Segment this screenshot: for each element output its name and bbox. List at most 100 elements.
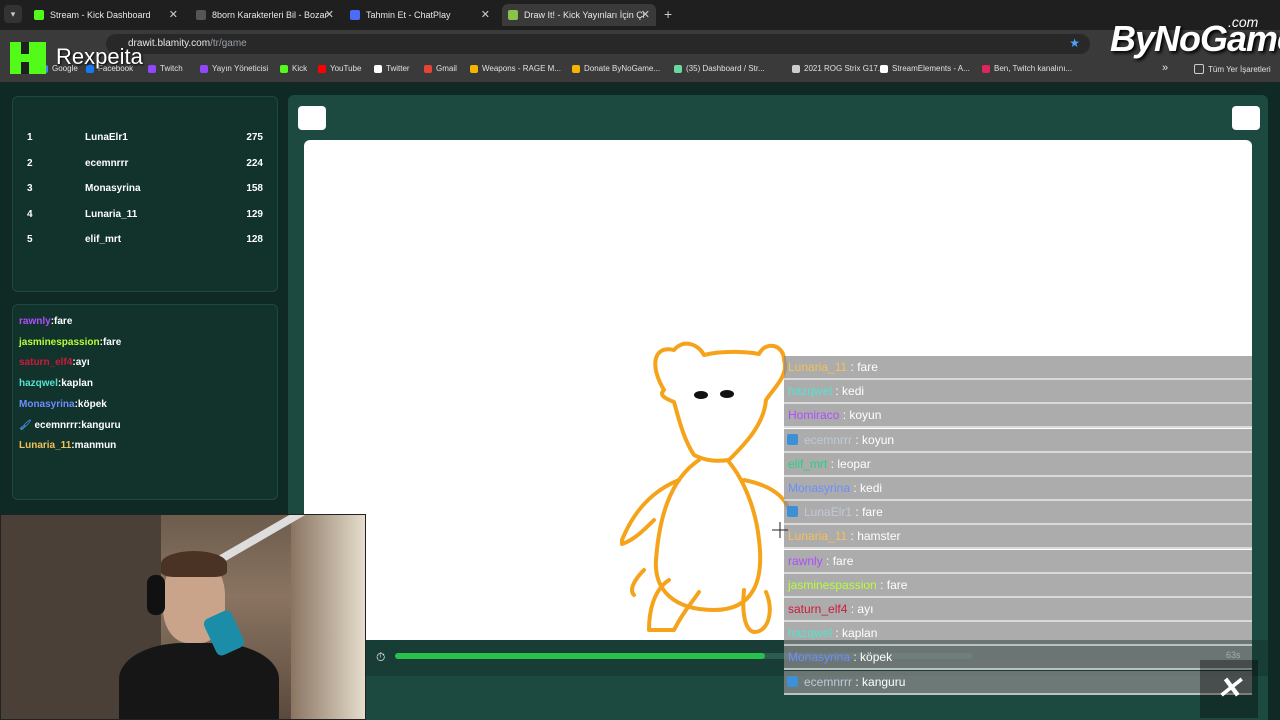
- game-menu-button[interactable]: [298, 106, 326, 130]
- bookmark-item[interactable]: YouTube: [318, 64, 361, 73]
- address-bar: drawit.blamity.com/tr/game ★: [0, 30, 1280, 58]
- guess-row: Monasyrina:köpek: [19, 399, 107, 410]
- chat-username: jasminespassion: [788, 577, 877, 592]
- bookmark-favicon-icon: [572, 64, 580, 73]
- bookmark-label: StreamElements - A...: [892, 64, 970, 73]
- url-path: /tr/game: [210, 38, 247, 49]
- chat-message: jasminespassion : fare: [784, 573, 1252, 598]
- sponsor-logo-tld: .com: [1228, 14, 1259, 30]
- bookmark-favicon-icon: [470, 64, 478, 73]
- folder-icon: [1194, 64, 1204, 74]
- tab-close-icon[interactable]: ✕: [325, 8, 334, 21]
- bookmark-star-icon[interactable]: ★: [1069, 36, 1080, 50]
- chat-separator: :: [847, 360, 858, 374]
- chat-separator: :: [839, 408, 850, 423]
- bookmarks-bar: Google Facebook Twitch Yayın Yöneticisi Kick…: [0, 58, 1280, 83]
- bookmark-label: (35) Dashboard / Str...: [686, 64, 765, 73]
- bookmark-item[interactable]: Yayın Yöneticisi: [200, 64, 268, 73]
- bookmark-favicon-icon: [280, 64, 288, 73]
- chat-separator: :: [850, 650, 861, 665]
- leaderboard-row: 1 LunaElr1 275: [27, 132, 263, 152]
- all-bookmarks-label: Tüm Yer İşaretleri: [1208, 64, 1271, 74]
- url-field[interactable]: drawit.blamity.com/tr/game ★: [106, 34, 1090, 54]
- bookmark-item[interactable]: (35) Dashboard / Str...: [674, 64, 765, 73]
- leaderboard-rank: 5: [27, 234, 33, 245]
- leaderboard-score: 158: [246, 183, 263, 194]
- browser-tab[interactable]: Draw It! - Kick Yayınları İçin Çizi ✕: [502, 4, 656, 26]
- guess-row: jasminespassion:fare: [19, 337, 121, 348]
- leaderboard-score: 275: [246, 132, 263, 143]
- guess-word: fare: [54, 316, 73, 327]
- chat-text: kaplan: [842, 626, 878, 641]
- bookmark-favicon-icon: [318, 64, 326, 73]
- new-tab-button[interactable]: +: [664, 6, 672, 22]
- chat-message: elif_mrt : leopar: [784, 452, 1252, 477]
- bookmark-label: Kick: [292, 64, 308, 73]
- tab-close-icon[interactable]: ✕: [481, 8, 490, 21]
- guess-row: saturn_elf4:ayı: [19, 357, 90, 368]
- bookmark-favicon-icon: [982, 64, 990, 73]
- chat-username: saturn_elf4: [788, 602, 848, 616]
- bookmark-item[interactable]: StreamElements - A...: [880, 64, 970, 73]
- chat-text: koyun: [862, 432, 895, 447]
- bookmark-favicon-icon: [880, 64, 888, 73]
- bookmark-item[interactable]: Twitter: [374, 64, 410, 73]
- bookmark-item[interactable]: Weapons - RAGE M...: [470, 64, 561, 73]
- chat-username: elif_mrt: [788, 456, 828, 471]
- game-settings-button[interactable]: [1232, 106, 1260, 130]
- leaderboard-rank: 1: [27, 132, 33, 143]
- bookmark-label: Twitter: [386, 64, 410, 73]
- chat-message: LunaElr1 : fare: [784, 501, 1252, 526]
- guess-word: fare: [102, 336, 122, 348]
- bookmark-item[interactable]: Donate ByNoGame...: [572, 64, 660, 73]
- chat-text: ayı: [857, 602, 874, 616]
- chat-username: Monasyrina: [788, 481, 851, 495]
- leaderboard-rank: 3: [27, 183, 33, 194]
- tab-close-icon[interactable]: ✕: [641, 8, 650, 21]
- leaderboard-row: 2 ecemnrrr 224: [27, 158, 263, 178]
- chat-separator: :: [847, 602, 858, 616]
- chat-separator: :: [847, 529, 858, 544]
- chat-message: rawnly : fare: [784, 549, 1252, 574]
- chat-separator: :: [827, 456, 838, 471]
- tab-search-button[interactable]: ▾: [4, 5, 22, 23]
- chat-text: koyun: [849, 408, 882, 423]
- tab-favicon-icon: [350, 10, 360, 20]
- all-bookmarks-button[interactable]: Tüm Yer İşaretleri: [1194, 64, 1271, 74]
- bookmark-favicon-icon: [424, 64, 432, 73]
- webcam-headset: [147, 575, 165, 615]
- chat-username: ecemnrrr: [804, 432, 853, 447]
- guess-user: Monasyrina: [19, 398, 75, 410]
- browser-tab[interactable]: Stream - Kick Dashboard ✕: [28, 4, 184, 26]
- tab-close-icon[interactable]: ✕: [169, 8, 178, 21]
- bookmark-item[interactable]: Twitch: [148, 64, 183, 73]
- drawing-left-arm: [620, 478, 681, 546]
- bookmark-label: Twitch: [160, 64, 183, 73]
- webcam-person-hair: [161, 551, 227, 577]
- guess-user: jasminespassion: [19, 336, 100, 348]
- browser-tab[interactable]: Tahmin Et - ChatPlay ✕: [344, 4, 496, 26]
- chat-message: ecemnrrr : koyun: [784, 428, 1252, 453]
- chat-badge-icon: [787, 433, 798, 445]
- guess-row: 🖌 ecemnrrr:kanguru: [19, 420, 121, 431]
- chat-username: Lunaria_11: [788, 529, 848, 544]
- browser-tab[interactable]: 8born Karakterleri Bil - Bozartla ✕: [190, 4, 340, 26]
- chat-username: rawnly: [788, 553, 823, 568]
- bookmark-item[interactable]: Gmail: [424, 64, 457, 73]
- webcam-feed: [0, 514, 366, 720]
- chat-text: fare: [862, 505, 883, 520]
- chat-message: Lunaria_11 : hamster: [784, 525, 1252, 550]
- bookmark-item[interactable]: Ben, Twitch kanalını...: [982, 64, 1072, 73]
- guess-user: rawnly: [19, 316, 51, 327]
- bookmark-label: Donate ByNoGame...: [584, 64, 661, 73]
- bookmarks-overflow-button[interactable]: »: [1162, 62, 1168, 74]
- bookmark-item[interactable]: 2021 ROG Strix G17...: [792, 64, 884, 73]
- leaderboard-rank: 2: [27, 157, 33, 169]
- bookmark-label: YouTube: [330, 64, 362, 73]
- drawing-left-leg: [647, 578, 701, 632]
- leaderboard-name: Monasyrina: [85, 183, 141, 194]
- guess-row: Lunaria_11:manmun: [19, 440, 116, 451]
- chat-separator: :: [876, 577, 887, 592]
- bookmark-item[interactable]: Kick: [280, 64, 307, 73]
- chat-message: Monasyrina : kedi: [784, 477, 1252, 501]
